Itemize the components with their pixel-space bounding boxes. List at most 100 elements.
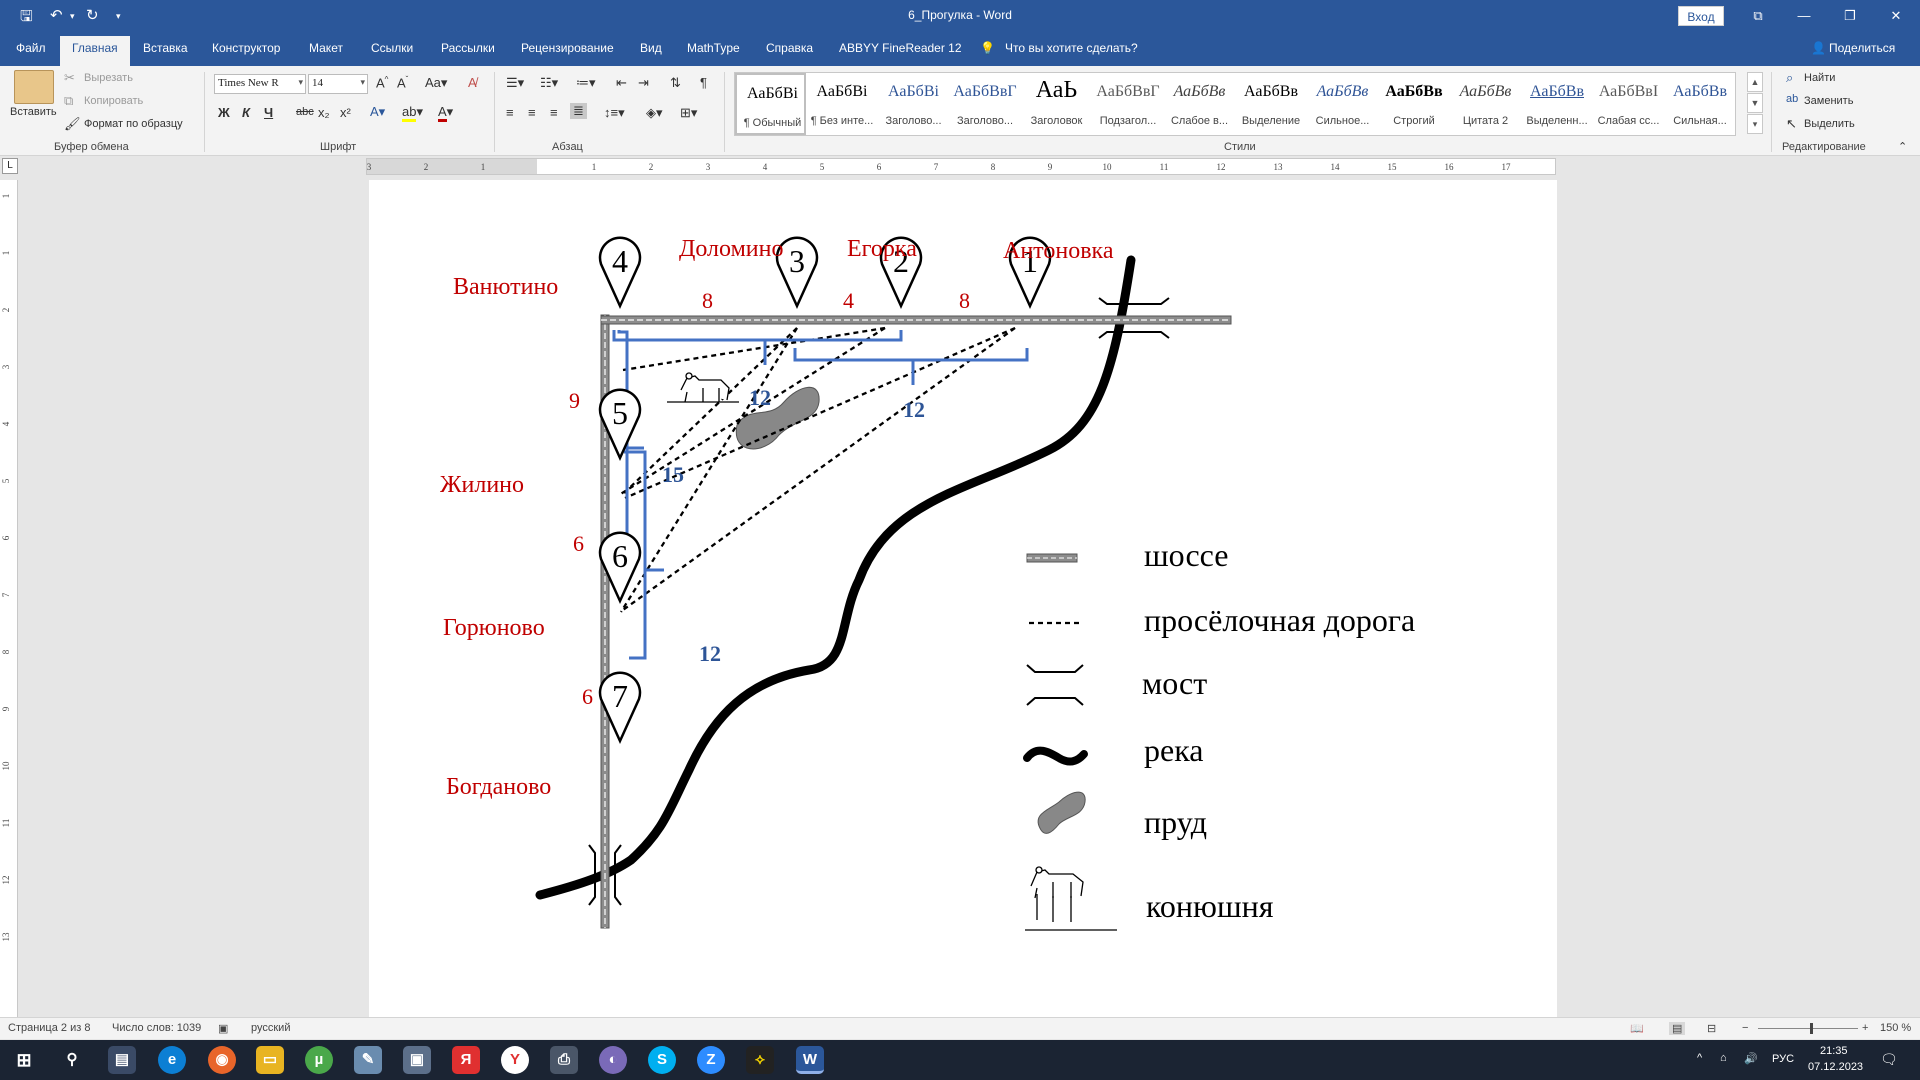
style-item[interactable]: АаБбВв Цитата 2 — [1450, 73, 1521, 135]
word-count[interactable]: Число слов: 1039 — [112, 1022, 201, 1034]
paste-icon[interactable] — [14, 70, 54, 104]
paint3d-icon[interactable]: ◐ — [599, 1046, 627, 1074]
font-size-combo[interactable]: 14 ▾ — [308, 74, 368, 94]
read-mode-icon[interactable]: 📖 — [1630, 1022, 1644, 1035]
increase-indent-icon[interactable]: ⇥ — [638, 75, 649, 91]
style-item[interactable]: АаБбВвІ Слабая сс... — [1593, 73, 1664, 135]
style-item[interactable]: АаБбВв Сильная... — [1665, 73, 1736, 135]
align-center-icon[interactable]: ≡ — [528, 105, 536, 120]
app-yellow-icon[interactable]: ⟡ — [746, 1046, 774, 1074]
change-case-icon[interactable]: Aa▾ — [425, 75, 447, 91]
clock-time[interactable]: 21:35 — [1820, 1045, 1848, 1057]
document-page[interactable]: 12 12 15 12 8 4 8 9 6 6 4321567 Ванютино… — [369, 180, 1557, 1018]
gallery-scroll-down-icon[interactable]: ▼ — [1747, 93, 1763, 113]
font-name-combo[interactable]: Times New R ▾ — [214, 74, 306, 94]
page-count[interactable]: Страница 2 из 8 — [8, 1022, 90, 1034]
edge-icon[interactable]: e — [158, 1046, 186, 1074]
tab-file[interactable]: Файл — [16, 41, 46, 55]
ribbon-display-options-icon[interactable]: ⧉ — [1735, 0, 1781, 32]
subscript-button[interactable]: x₂ — [318, 105, 330, 120]
style-item[interactable]: АаБбВв Строгий — [1379, 73, 1450, 135]
tab-mailings[interactable]: Рассылки — [441, 41, 495, 55]
find-button[interactable]: Найти — [1804, 72, 1835, 84]
tab-selector[interactable]: L — [2, 158, 18, 174]
tab-review[interactable]: Рецензирование — [521, 41, 614, 55]
app-icon[interactable]: ▣ — [403, 1046, 431, 1074]
language-indicator[interactable]: русский — [251, 1022, 290, 1034]
paint-icon[interactable]: ✎ — [354, 1046, 382, 1074]
web-layout-icon[interactable]: ⊟ — [1707, 1022, 1716, 1035]
gallery-scroll-up-icon[interactable]: ▲ — [1747, 72, 1763, 92]
style-item[interactable]: АаБбВвГ Заголово... — [950, 73, 1021, 135]
close-button[interactable]: ✕ — [1873, 0, 1919, 32]
underline-button[interactable]: Ч — [264, 105, 273, 120]
scanner-icon[interactable]: ⎙ — [550, 1046, 578, 1074]
zoom-level[interactable]: 150 % — [1880, 1022, 1911, 1034]
print-layout-icon[interactable]: ▤ — [1669, 1022, 1686, 1035]
tab-mathtype[interactable]: MathType — [687, 41, 740, 55]
input-language[interactable]: РУС — [1772, 1053, 1794, 1065]
borders-icon[interactable]: ⊞▾ — [680, 105, 697, 121]
numbering-icon[interactable]: ☷▾ — [540, 75, 558, 91]
notepad-icon[interactable]: ▤ — [108, 1046, 136, 1074]
zoom-out-button[interactable]: − — [1742, 1022, 1748, 1034]
style-item[interactable]: АаБбВвГ Подзагол... — [1093, 73, 1164, 135]
tell-me-search[interactable]: Что вы хотите сделать? — [1005, 41, 1138, 55]
grow-font-icon[interactable]: A^ — [376, 75, 388, 90]
firefox-icon[interactable]: ◉ — [208, 1046, 236, 1074]
zoom-icon[interactable]: Z — [697, 1046, 725, 1074]
copy-button[interactable]: Копировать — [84, 95, 143, 107]
align-left-icon[interactable]: ≡ — [506, 105, 514, 120]
proofing-icon[interactable]: ▣ — [218, 1022, 228, 1035]
tab-references[interactable]: Ссылки — [371, 41, 413, 55]
show-marks-icon[interactable]: ¶ — [700, 75, 707, 90]
vertical-ruler[interactable]: 1 1 2 3 4 5 6 7 8 9 10 11 12 13 — [0, 180, 18, 1018]
show-hidden-icons-icon[interactable]: ^ — [1697, 1052, 1702, 1064]
clear-formatting-icon[interactable]: A̸ — [468, 75, 477, 90]
search-icon[interactable]: ⚲ — [58, 1046, 86, 1074]
yandex-browser-icon[interactable]: Я — [452, 1046, 480, 1074]
replace-button[interactable]: Заменить — [1804, 95, 1853, 107]
bullets-icon[interactable]: ☰▾ — [506, 75, 524, 91]
tab-design[interactable]: Конструктор — [212, 41, 280, 55]
sort-icon[interactable]: ⇅ — [670, 75, 681, 91]
shading-icon[interactable]: ◈▾ — [646, 105, 663, 121]
text-effects-icon[interactable]: A▾ — [370, 104, 385, 120]
superscript-button[interactable]: x² — [340, 105, 351, 120]
utorrent-icon[interactable]: µ — [305, 1046, 333, 1074]
maximize-button[interactable]: ❐ — [1827, 0, 1873, 32]
file-explorer-icon[interactable]: ▭ — [256, 1046, 284, 1074]
windows-start-icon[interactable]: ⊞ — [10, 1046, 38, 1074]
style-item[interactable]: АаБбВі ¶ Без инте... — [807, 73, 878, 135]
horizontal-ruler[interactable]: 3 2 1 1 2 3 4 5 6 7 8 9 10 11 12 13 14 15 16 17 — [366, 158, 1556, 175]
style-item[interactable]: АаБбВв Выделение — [1236, 73, 1307, 135]
share-button[interactable]: Поделиться — [1829, 41, 1895, 55]
select-button[interactable]: Выделить — [1804, 118, 1855, 130]
network-icon[interactable]: ⌂ — [1720, 1052, 1727, 1064]
strikethrough-button[interactable]: abc — [296, 106, 314, 118]
yandex-icon[interactable]: Y — [501, 1046, 529, 1074]
style-item[interactable]: АаЬ Заголовок — [1021, 73, 1092, 135]
format-painter-button[interactable]: Формат по образцу — [84, 118, 183, 130]
notifications-icon[interactable]: 🗨 — [1880, 1051, 1898, 1068]
style-item[interactable]: АаБбВв Слабое в... — [1164, 73, 1235, 135]
word-icon[interactable]: W — [796, 1046, 824, 1074]
collapse-ribbon-icon[interactable]: ⌃ — [1898, 140, 1907, 153]
gallery-more-icon[interactable]: ▾ — [1747, 114, 1763, 134]
highlight-icon[interactable]: ab▾ — [402, 104, 423, 122]
zoom-slider[interactable] — [1758, 1028, 1858, 1029]
zoom-in-button[interactable]: + — [1862, 1022, 1868, 1034]
italic-button[interactable]: К — [242, 105, 250, 120]
tab-home[interactable]: Главная — [60, 36, 130, 66]
paste-button[interactable]: Вставить — [10, 106, 57, 118]
tab-layout[interactable]: Макет — [309, 41, 343, 55]
clock-date[interactable]: 07.12.2023 — [1808, 1061, 1863, 1073]
minimize-button[interactable]: — — [1781, 0, 1827, 32]
zoom-slider-thumb[interactable] — [1810, 1023, 1813, 1034]
style-item[interactable]: АаБбВв Выделенн... — [1522, 73, 1593, 135]
tab-insert[interactable]: Вставка — [143, 41, 188, 55]
skype-icon[interactable]: S — [648, 1046, 676, 1074]
multilevel-list-icon[interactable]: ≔▾ — [576, 75, 596, 91]
decrease-indent-icon[interactable]: ⇤ — [616, 75, 627, 91]
align-right-icon[interactable]: ≡ — [550, 105, 558, 120]
